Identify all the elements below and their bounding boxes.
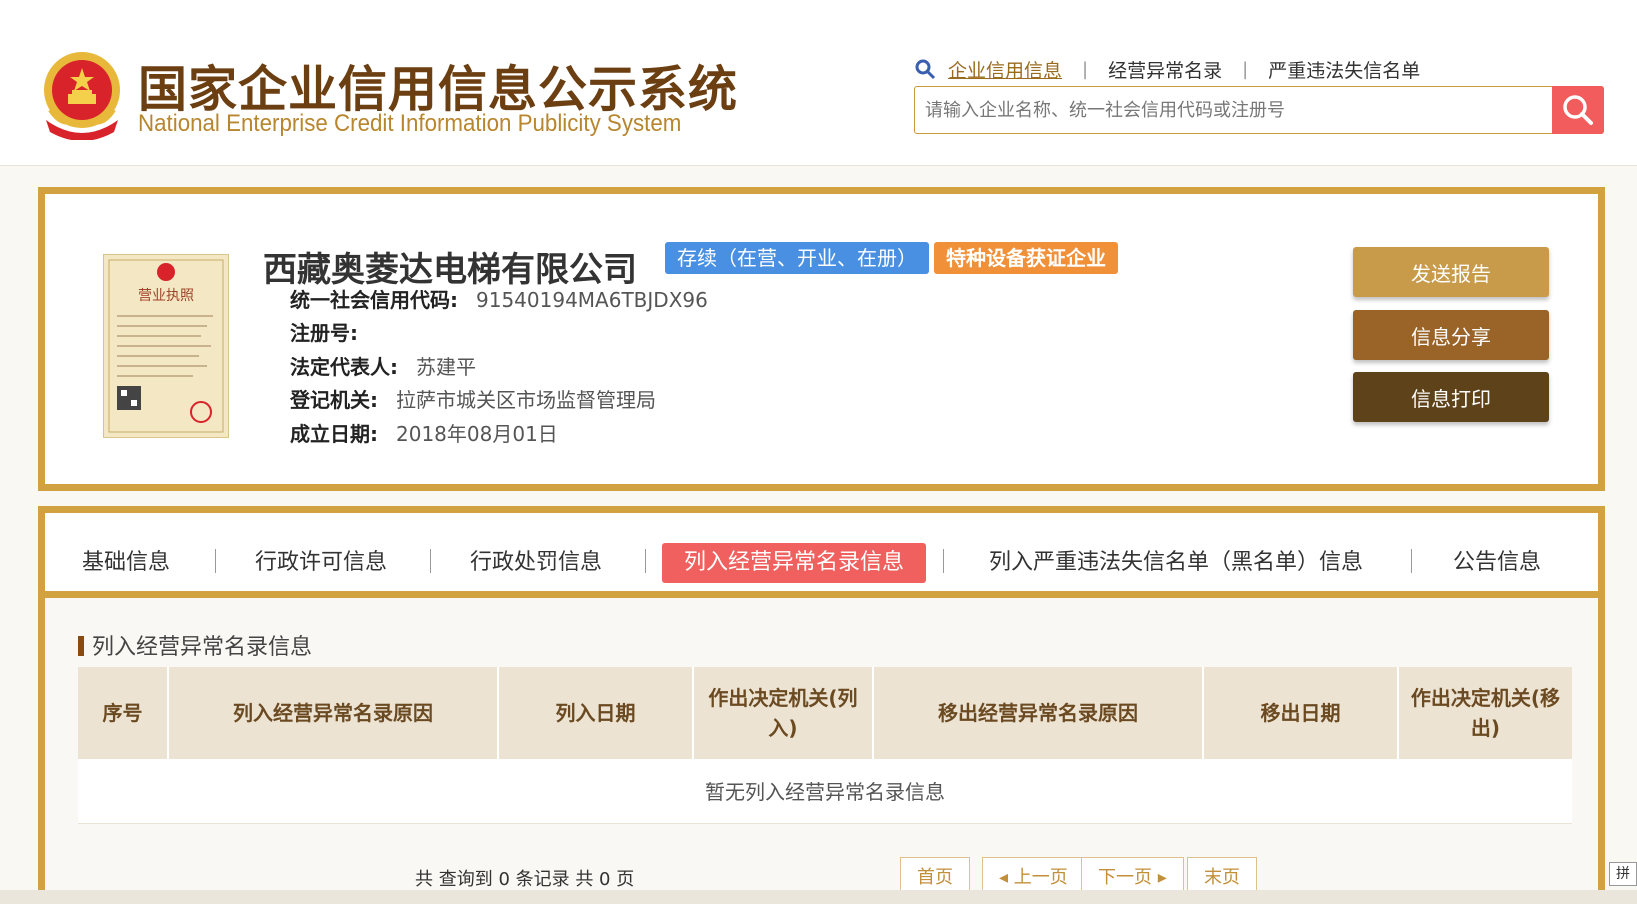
tab-blacklist[interactable]: 列入严重违法失信名单（黑名单）信息 — [989, 543, 1363, 583]
nav-divider: | — [1082, 58, 1089, 80]
tab-divider — [943, 549, 944, 573]
tab-bar: 基础信息 行政许可信息 行政处罚信息 列入经营异常名录信息 列入严重违法失信名单… — [45, 513, 1598, 598]
status-badge: 存续（在营、开业、在册） — [665, 242, 929, 274]
table-row: 暂无列入经营异常名录信息 — [78, 759, 1572, 824]
certification-badge: 特种设备获证企业 — [934, 242, 1118, 274]
tab-basic-info[interactable]: 基础信息 — [82, 543, 170, 583]
tab-divider — [1411, 549, 1412, 573]
tab-announcements[interactable]: 公告信息 — [1453, 543, 1541, 583]
search-icon — [915, 59, 936, 80]
send-report-button[interactable]: 发送报告 — [1353, 247, 1549, 297]
info-label: 登记机关: — [290, 388, 378, 412]
abnormal-list-table: 序号 列入经营异常名录原因 列入日期 作出决定机关(列入) 移出经营异常名录原因… — [78, 667, 1572, 824]
site-header: 国家企业信用信息公示系统 National Enterprise Credit … — [0, 0, 1637, 166]
empty-table-message: 暂无列入经营异常名录信息 — [78, 759, 1572, 824]
tab-divider — [430, 549, 431, 573]
section-title: 列入经营异常名录信息 — [78, 629, 312, 661]
search-input[interactable] — [925, 87, 1515, 133]
browser-bottom-strip — [0, 890, 1637, 904]
info-reg-number: 注册号: — [290, 317, 376, 346]
info-label: 法定代表人: — [290, 355, 398, 379]
top-nav: 企业信用信息 | 经营异常名录 | 严重违法失信名单 — [914, 56, 1420, 82]
pager-summary: 共 查询到 0 条记录 共 0 页 — [415, 869, 635, 890]
nav-divider: | — [1242, 58, 1249, 80]
section-title-text: 列入经营异常名录信息 — [92, 635, 313, 660]
info-credit-code: 统一社会信用代码: 91540194MA6TBJDX96 — [290, 284, 708, 313]
info-legal-rep: 法定代表人: 苏建平 — [290, 351, 476, 380]
tab-admin-penalty[interactable]: 行政处罚信息 — [470, 543, 602, 583]
search-button[interactable] — [1552, 86, 1604, 134]
site-title-en: National Enterprise Credit Information P… — [138, 110, 682, 137]
nav-enterprise-credit[interactable]: 企业信用信息 — [948, 56, 1062, 83]
tab-admin-license[interactable]: 行政许可信息 — [255, 543, 387, 583]
national-emblem-icon — [44, 52, 120, 140]
column-header: 列入经营异常名录原因 — [168, 667, 499, 759]
nav-abnormal-list[interactable]: 经营异常名录 — [1108, 56, 1222, 83]
column-header: 列入日期 — [498, 667, 694, 759]
magnifier-icon — [1563, 95, 1593, 125]
ime-indicator[interactable]: 拼 — [1609, 862, 1637, 886]
info-value: 拉萨市城关区市场监督管理局 — [396, 388, 656, 412]
company-card: 营业执照 西藏奥菱达电梯有限公司 存续（在营、开业、在册） 特种设备获证企业 统… — [38, 187, 1605, 491]
business-license-image[interactable]: 营业执照 — [103, 254, 229, 438]
info-established-date: 成立日期: 2018年08月01日 — [290, 418, 558, 447]
license-title: 营业执照 — [138, 288, 194, 304]
info-value: 91540194MA6TBJDX96 — [476, 288, 708, 312]
share-info-button[interactable]: 信息分享 — [1353, 310, 1549, 360]
print-info-button[interactable]: 信息打印 — [1353, 372, 1549, 422]
tab-abnormal-operation[interactable]: 列入经营异常名录信息 — [662, 543, 927, 583]
info-value: 苏建平 — [416, 355, 476, 379]
column-header: 移出日期 — [1203, 667, 1399, 759]
search-box — [914, 86, 1604, 134]
column-header: 作出决定机关(列入) — [693, 667, 874, 759]
tab-divider — [645, 549, 646, 573]
nav-blacklist[interactable]: 严重违法失信名单 — [1268, 56, 1420, 83]
info-value: 2018年08月01日 — [396, 422, 558, 446]
info-label: 成立日期: — [290, 422, 378, 446]
detail-panel: 基础信息 行政许可信息 行政处罚信息 列入经营异常名录信息 列入严重违法失信名单… — [38, 506, 1605, 904]
column-header: 序号 — [78, 667, 169, 759]
column-header: 移出经营异常名录原因 — [873, 667, 1204, 759]
info-label: 统一社会信用代码: — [290, 288, 458, 312]
table-header-row: 序号 列入经营异常名录原因 列入日期 作出决定机关(列入) 移出经营异常名录原因… — [78, 667, 1572, 759]
column-header: 作出决定机关(移出) — [1398, 667, 1572, 759]
info-label: 注册号: — [290, 321, 358, 345]
info-reg-authority: 登记机关: 拉萨市城关区市场监督管理局 — [290, 384, 656, 413]
section-marker — [78, 636, 84, 656]
tab-divider — [215, 549, 216, 573]
